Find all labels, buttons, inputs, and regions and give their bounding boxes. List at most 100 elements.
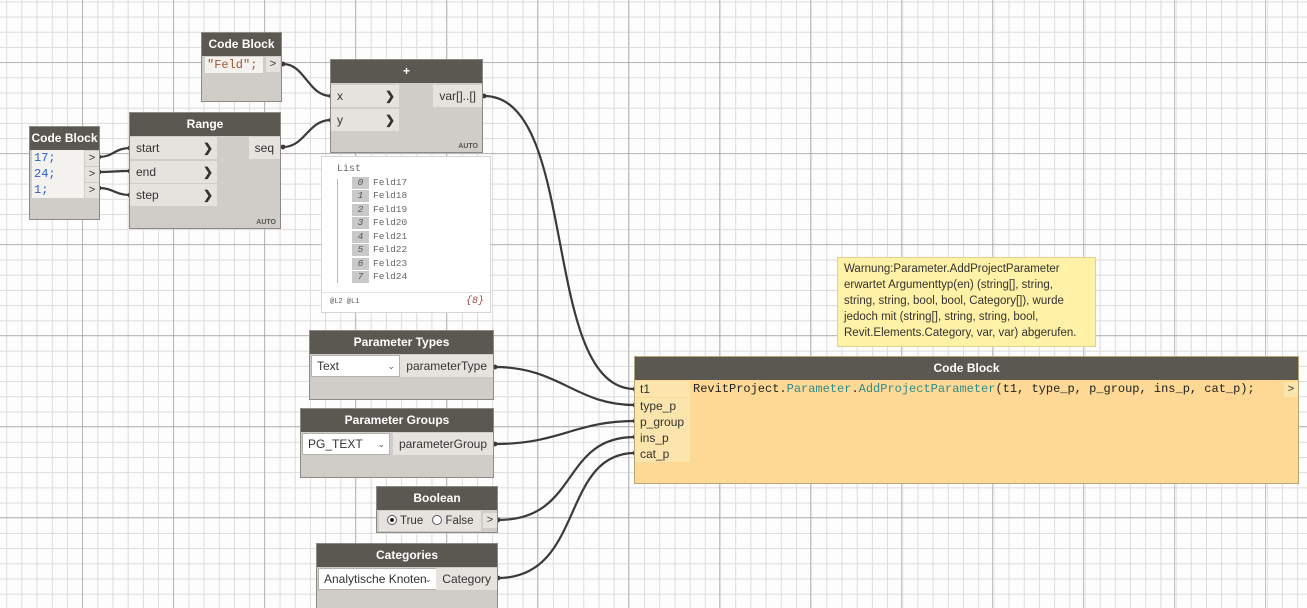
add-node[interactable]: + x ❯ y ❯ var[]..[] AUTO <box>330 59 483 153</box>
list-item: 7 Feld24 <box>352 271 407 283</box>
input-port-step[interactable]: step ❯ <box>130 184 217 206</box>
connector-wires <box>96 61 638 581</box>
node-title: Code Block <box>635 357 1298 380</box>
list-item: 5 Feld22 <box>352 244 407 256</box>
output-port-parametertype[interactable]: parameterType <box>400 355 493 377</box>
list-item: 0 Feld17 <box>352 177 407 189</box>
code-line: 24; <box>34 167 56 181</box>
wire-17-to-start <box>98 146 131 159</box>
input-port-ins-p[interactable]: ins_p <box>635 430 690 446</box>
wire-bool-to-insp <box>497 435 636 522</box>
list-item: 2 Feld19 <box>352 204 407 216</box>
boolean-node[interactable]: Boolean True False > <box>376 486 498 533</box>
chevron-right-icon: ❯ <box>384 89 395 103</box>
warning-line: jedoch mit (string[], string, string, bo… <box>844 311 1039 323</box>
input-port-p-group[interactable]: p_group <box>635 414 690 430</box>
wire-seq-to-y <box>282 118 332 149</box>
wire-24-to-end <box>98 169 131 174</box>
output-port[interactable]: > <box>85 183 99 198</box>
code-block-numbers-node[interactable]: Code Block 17; 24; 1; > > > <box>29 126 100 220</box>
code-block-main-node[interactable]: Code Block t1 type_p p_group ins_p cat_p… <box>634 356 1299 484</box>
input-port-x[interactable]: x ❯ <box>331 85 399 107</box>
output-port[interactable]: > <box>483 513 497 528</box>
output-port-seq[interactable]: seq <box>248 137 280 159</box>
port-label: step <box>136 188 159 202</box>
radio-icon <box>432 515 443 525</box>
output-port[interactable]: > <box>85 167 99 182</box>
output-port[interactable]: > <box>85 151 99 166</box>
code-text[interactable]: "Feld"; <box>205 57 263 73</box>
dropdown-value: Analytische Knoten <box>324 572 427 586</box>
code-block-feld-node[interactable]: Code Block "Feld"; > <box>201 32 282 102</box>
input-port-cat-p[interactable]: cat_p <box>635 446 690 462</box>
output-port-category[interactable]: Category <box>436 568 497 590</box>
dropdown-value: Text <box>317 359 340 373</box>
category-dropdown[interactable]: Analytische Knoten ⌄ <box>318 568 437 590</box>
list-levels: @L2 @L1 <box>330 298 360 306</box>
wire-feld-to-x <box>282 62 332 98</box>
list-item: 1 Feld18 <box>352 190 407 202</box>
chevron-right-icon: ❯ <box>202 165 213 179</box>
wire-plus-to-t1 <box>483 94 636 391</box>
range-node[interactable]: Range start ❯ end ❯ step ❯ seq AUTO <box>129 112 281 229</box>
list-count: {8} <box>465 296 484 307</box>
categories-node[interactable]: Categories Analytische Knoten ⌄ Category <box>316 543 498 608</box>
input-port-start[interactable]: start ❯ <box>130 137 217 159</box>
chevron-down-icon: ⌄ <box>387 361 395 371</box>
node-title: Categories <box>317 544 497 567</box>
lacing-label: AUTO <box>458 143 478 150</box>
input-port-type-p[interactable]: type_p <box>635 398 690 414</box>
warning-line: string, string, bool, bool, Category[]),… <box>844 295 1064 307</box>
node-title: Boolean <box>377 487 497 510</box>
chevron-right-icon: ❯ <box>202 188 213 202</box>
port-label: y <box>337 113 343 127</box>
input-port-end[interactable]: end ❯ <box>130 161 217 183</box>
radio-selected-icon <box>387 515 397 525</box>
node-title: + <box>331 60 482 83</box>
output-port-var[interactable]: var[]..[] <box>433 85 482 107</box>
warning-line: Warnung:Parameter.AddProjectParameter <box>844 263 1060 275</box>
list-guide <box>337 179 338 283</box>
code-line: 1; <box>34 183 49 197</box>
chevron-right-icon: ❯ <box>384 113 395 127</box>
node-title: Code Block <box>30 127 99 150</box>
list-item: 6 Feld23 <box>352 258 407 270</box>
output-port[interactable]: > <box>266 57 280 72</box>
list-item: 3 Feld20 <box>352 217 407 229</box>
port-label: end <box>136 165 157 179</box>
node-title: Parameter Types <box>310 331 493 354</box>
wire-type-to-typep <box>494 365 636 407</box>
code-line: 17; <box>34 151 56 165</box>
preview-header: List <box>337 164 362 175</box>
preview-divider <box>322 292 490 293</box>
node-title: Parameter Groups <box>301 409 493 432</box>
output-port-parametergroup[interactable]: parameterGroup <box>392 433 493 455</box>
input-port-y[interactable]: y ❯ <box>331 109 399 131</box>
chevron-down-icon: ⌄ <box>424 574 432 584</box>
output-port[interactable]: > <box>1284 382 1298 397</box>
parameter-type-dropdown[interactable]: Text ⌄ <box>311 355 400 377</box>
input-port-t1[interactable]: t1 <box>635 381 690 397</box>
wire-cat-to-catp <box>497 451 636 580</box>
boolean-toggle[interactable]: True False <box>379 511 481 531</box>
parameter-types-node[interactable]: Parameter Types Text ⌄ parameterType <box>309 330 494 400</box>
code-editor[interactable]: 17; 24; 1; <box>32 150 84 198</box>
false-option[interactable]: False <box>432 515 474 527</box>
chevron-right-icon: ❯ <box>202 141 213 155</box>
node-title: Code Block <box>202 33 281 56</box>
code-text[interactable]: RevitProject.Parameter.AddProjectParamet… <box>693 381 1255 397</box>
port-label: start <box>136 141 160 155</box>
wire-1-to-step <box>98 186 131 197</box>
port-label: x <box>337 89 343 103</box>
chevron-down-icon: ⌄ <box>377 439 385 449</box>
warning-line: Revit.Elements.Category, var, var) abger… <box>844 327 1077 339</box>
warning-tooltip: Warnung:Parameter.AddProjectParameter er… <box>837 257 1096 347</box>
node-title: Range <box>130 113 280 136</box>
parameter-group-dropdown[interactable]: PG_TEXT ⌄ <box>302 433 390 455</box>
dropdown-value: PG_TEXT <box>308 437 363 451</box>
parameter-groups-node[interactable]: Parameter Groups PG_TEXT ⌄ parameterGroup <box>300 408 494 478</box>
lacing-label: AUTO <box>256 219 276 226</box>
warning-line: erwartet Argumenttyp(en) (string[], stri… <box>844 279 1053 291</box>
true-option[interactable]: True <box>387 515 423 527</box>
watch-preview[interactable]: List 0 Feld17 1 Feld18 2 Feld19 3 Feld20 4 Fe… <box>321 156 491 313</box>
